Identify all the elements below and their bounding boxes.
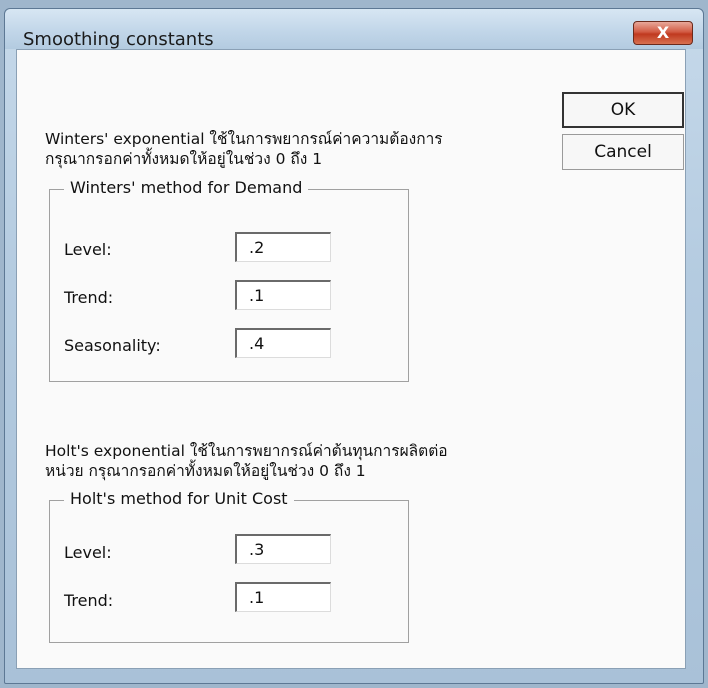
dialog-window: Smoothing constants X OK Cancel Winters'…: [4, 8, 704, 684]
winters-trend-label: Trend:: [64, 288, 114, 307]
holt-level-input[interactable]: [235, 534, 331, 564]
holt-group-box: Holt's method for Unit Cost Level: Trend…: [49, 489, 409, 643]
winters-level-input[interactable]: [235, 232, 331, 262]
winters-seasonality-input[interactable]: [235, 328, 331, 358]
holt-group-title: Holt's method for Unit Cost: [64, 489, 294, 508]
dialog-client-area: OK Cancel Winters' exponential ใช้ในการพ…: [16, 49, 686, 669]
title-bar[interactable]: Smoothing constants X: [5, 9, 703, 50]
winters-description-line1: Winters' exponential ใช้ในการพยากรณ์ค่าค…: [45, 130, 443, 148]
holt-trend-label: Trend:: [64, 591, 114, 610]
winters-group-title: Winters' method for Demand: [64, 178, 309, 197]
close-button[interactable]: X: [633, 21, 693, 45]
winters-description-line2: กรุณากรอกค่าทั้งหมดให้อยู่ในช่วง 0 ถึง 1: [45, 150, 323, 168]
holt-description-line2: หน่วย กรุณากรอกค่าทั้งหมดให้อยู่ในช่วง 0…: [45, 462, 366, 480]
window-title: Smoothing constants: [23, 29, 214, 50]
winters-trend-input[interactable]: [235, 280, 331, 310]
holt-description-line1: Holt's exponential ใช้ในการพยากรณ์ค่าต้น…: [45, 442, 448, 460]
winters-level-label: Level:: [64, 240, 112, 259]
winters-seasonality-label: Seasonality:: [64, 336, 161, 355]
close-icon: X: [656, 23, 670, 42]
cancel-button[interactable]: Cancel: [562, 134, 684, 170]
ok-button[interactable]: OK: [562, 92, 684, 128]
winters-group-box: Winters' method for Demand Level: Trend:…: [49, 178, 409, 382]
holt-trend-input[interactable]: [235, 582, 331, 612]
holt-level-label: Level:: [64, 543, 112, 562]
